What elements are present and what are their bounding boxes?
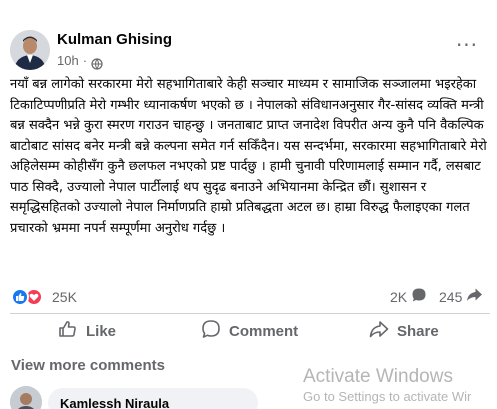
comment-label: Comment [229, 322, 299, 340]
comment-bubble-icon [411, 287, 427, 307]
post-time[interactable]: 10h [57, 53, 79, 68]
comment-count-group[interactable]: 2K [390, 287, 427, 307]
divider [10, 313, 490, 314]
author-name[interactable]: Kulman Ghising [57, 31, 172, 48]
comment-bubble-icon [201, 319, 221, 343]
reaction-count[interactable]: 25K [52, 289, 77, 305]
share-count-group[interactable]: 245 [439, 287, 483, 307]
reactions-summary: 25K 2K 245 [0, 287, 497, 307]
view-more-comments-link[interactable]: View more comments [11, 357, 165, 374]
like-label: Like [86, 322, 117, 340]
post-body-text: नयाँ बन्न लागेको सरकारमा मेरो सहभागिताबा… [10, 77, 487, 236]
like-reaction-icon [11, 288, 29, 306]
more-icon[interactable]: ··· [455, 35, 479, 56]
comment-button[interactable]: Comment [201, 316, 298, 346]
share-count: 245 [439, 289, 463, 305]
post-header: Kulman Ghising 10h · ··· [0, 22, 497, 82]
comment-count: 2K [390, 289, 408, 305]
watermark-title: Activate Windows [303, 366, 453, 387]
reaction-icons[interactable] [11, 287, 49, 307]
share-button[interactable]: Share [369, 316, 439, 346]
action-bar: Like Comment Share [0, 316, 497, 346]
globe-icon [91, 55, 103, 70]
post-meta: 10h · [57, 53, 103, 70]
facebook-post: Kulman Ghising 10h · ··· नयाँ बन्न लागेक… [0, 0, 497, 409]
commenter-avatar[interactable] [10, 386, 42, 409]
comment-author[interactable]: Kamlessh Niraula [60, 396, 169, 409]
share-arrow-icon [466, 287, 483, 307]
share-label: Share [397, 322, 439, 340]
like-button[interactable]: Like [58, 316, 116, 346]
share-arrow-icon [369, 319, 389, 343]
time-separator: · [82, 53, 88, 68]
thumbs-up-icon [58, 319, 78, 343]
author-avatar[interactable] [10, 30, 50, 70]
watermark-subtitle: Go to Settings to activate Wir [303, 389, 472, 404]
